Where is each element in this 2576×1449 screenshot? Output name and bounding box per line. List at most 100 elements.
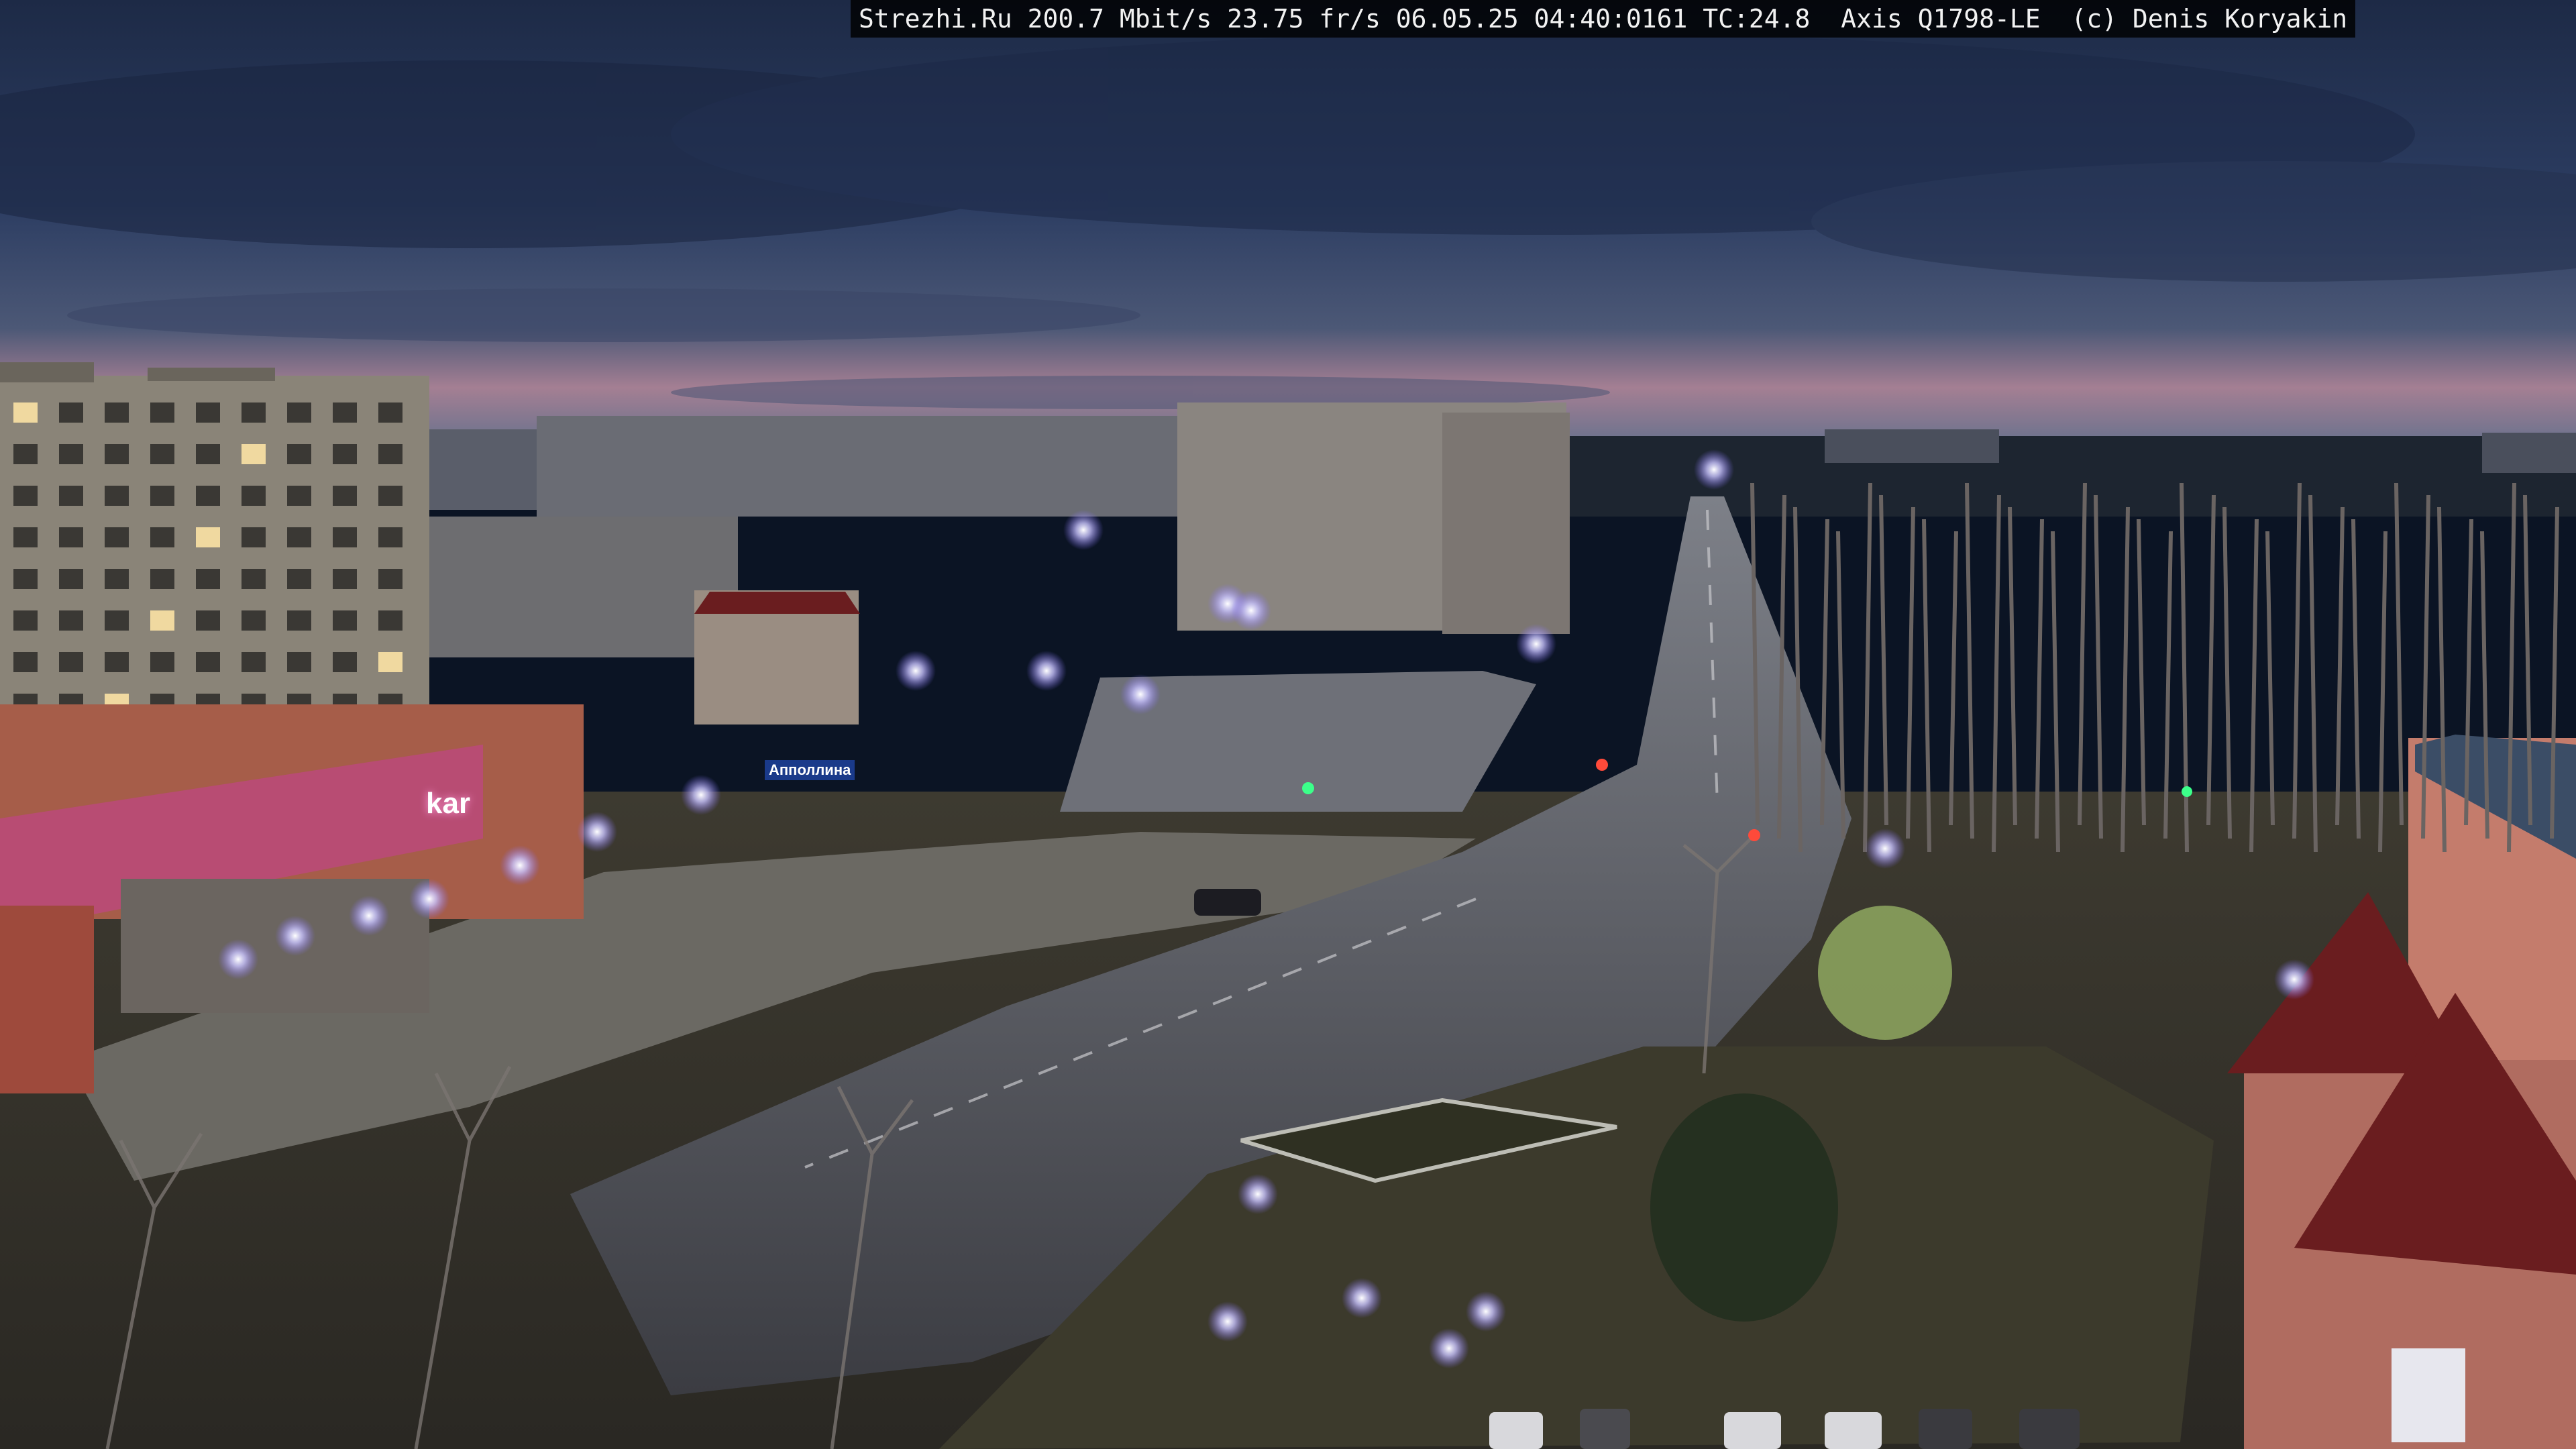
window bbox=[196, 610, 220, 631]
window bbox=[59, 527, 83, 547]
window bbox=[105, 527, 129, 547]
street-light bbox=[1238, 1174, 1278, 1214]
window bbox=[196, 527, 220, 547]
webcam-scene bbox=[0, 0, 2576, 1449]
window bbox=[333, 486, 357, 506]
window bbox=[241, 610, 266, 631]
window bbox=[13, 569, 38, 589]
window bbox=[241, 444, 266, 464]
window bbox=[287, 444, 311, 464]
street-light bbox=[1429, 1328, 1469, 1368]
street-light bbox=[218, 939, 258, 979]
window bbox=[59, 610, 83, 631]
window bbox=[13, 652, 38, 672]
green-tree bbox=[1818, 906, 1952, 1040]
window bbox=[150, 444, 174, 464]
window bbox=[333, 652, 357, 672]
birch-tree bbox=[2351, 519, 2361, 839]
window bbox=[13, 444, 38, 464]
birch-tree bbox=[2206, 494, 2216, 826]
shop-sign: Апполлина bbox=[765, 760, 855, 780]
window bbox=[333, 527, 357, 547]
store-sign-main: kar bbox=[426, 787, 471, 820]
birch-tree bbox=[2035, 519, 2044, 839]
windows bbox=[13, 402, 402, 755]
window bbox=[378, 652, 402, 672]
street-light bbox=[349, 896, 389, 936]
window bbox=[333, 610, 357, 631]
window bbox=[333, 402, 357, 423]
birch-tree bbox=[2335, 506, 2345, 826]
window bbox=[287, 527, 311, 547]
street-light bbox=[1466, 1291, 1506, 1332]
window bbox=[59, 569, 83, 589]
window bbox=[333, 444, 357, 464]
window bbox=[333, 569, 357, 589]
window bbox=[150, 610, 174, 631]
window bbox=[13, 527, 38, 547]
window bbox=[13, 610, 38, 631]
window bbox=[378, 610, 402, 631]
street-light bbox=[1516, 624, 1556, 664]
street-light bbox=[1063, 510, 1104, 550]
birch-tree bbox=[1965, 482, 1974, 839]
camera-overlay-caption: Strezhi.Ru 200.7 Mbit/s 23.75 fr/s 06.05… bbox=[851, 0, 2356, 38]
window bbox=[150, 527, 174, 547]
street-light bbox=[1208, 1301, 1248, 1342]
mid-apartment bbox=[429, 517, 738, 657]
street-light bbox=[577, 812, 617, 852]
window bbox=[59, 652, 83, 672]
street-light bbox=[2274, 959, 2314, 1000]
street-light bbox=[1342, 1278, 1382, 1318]
birch-tree bbox=[2394, 482, 2404, 826]
window bbox=[196, 444, 220, 464]
birch-tree bbox=[1906, 506, 1915, 839]
window bbox=[196, 569, 220, 589]
window bbox=[150, 569, 174, 589]
window bbox=[59, 444, 83, 464]
street-light bbox=[1694, 449, 1734, 490]
window bbox=[196, 402, 220, 423]
birch-tree bbox=[2137, 519, 2146, 826]
street-light bbox=[681, 775, 721, 815]
window bbox=[150, 402, 174, 423]
window bbox=[287, 569, 311, 589]
window bbox=[105, 569, 129, 589]
window bbox=[241, 486, 266, 506]
moving-car bbox=[1194, 889, 1261, 916]
street-light bbox=[1865, 828, 1905, 869]
street-light bbox=[896, 651, 936, 691]
birch-tree bbox=[2292, 482, 2302, 839]
window bbox=[287, 402, 311, 423]
window bbox=[241, 652, 266, 672]
birch-tree bbox=[2265, 531, 2275, 826]
pine-tree bbox=[1650, 1093, 1838, 1322]
birch-tree bbox=[2094, 494, 2103, 839]
window bbox=[378, 527, 402, 547]
window bbox=[105, 444, 129, 464]
window bbox=[150, 652, 174, 672]
window bbox=[378, 486, 402, 506]
street-light bbox=[500, 845, 540, 885]
window bbox=[150, 486, 174, 506]
window bbox=[196, 486, 220, 506]
street-light bbox=[1026, 651, 1067, 691]
street-light bbox=[275, 916, 315, 956]
window bbox=[378, 402, 402, 423]
window bbox=[105, 652, 129, 672]
birch-tree bbox=[1879, 494, 1888, 826]
window bbox=[378, 444, 402, 464]
window bbox=[13, 402, 38, 423]
birch-tree bbox=[1949, 531, 1958, 826]
window bbox=[287, 652, 311, 672]
window bbox=[13, 486, 38, 506]
window bbox=[378, 569, 402, 589]
window bbox=[287, 486, 311, 506]
street-light bbox=[1120, 674, 1161, 714]
window bbox=[196, 652, 220, 672]
window bbox=[241, 569, 266, 589]
window bbox=[105, 402, 129, 423]
street-light bbox=[1231, 590, 1271, 631]
birch-tree bbox=[2008, 506, 2017, 826]
birch-tree bbox=[2222, 506, 2232, 839]
